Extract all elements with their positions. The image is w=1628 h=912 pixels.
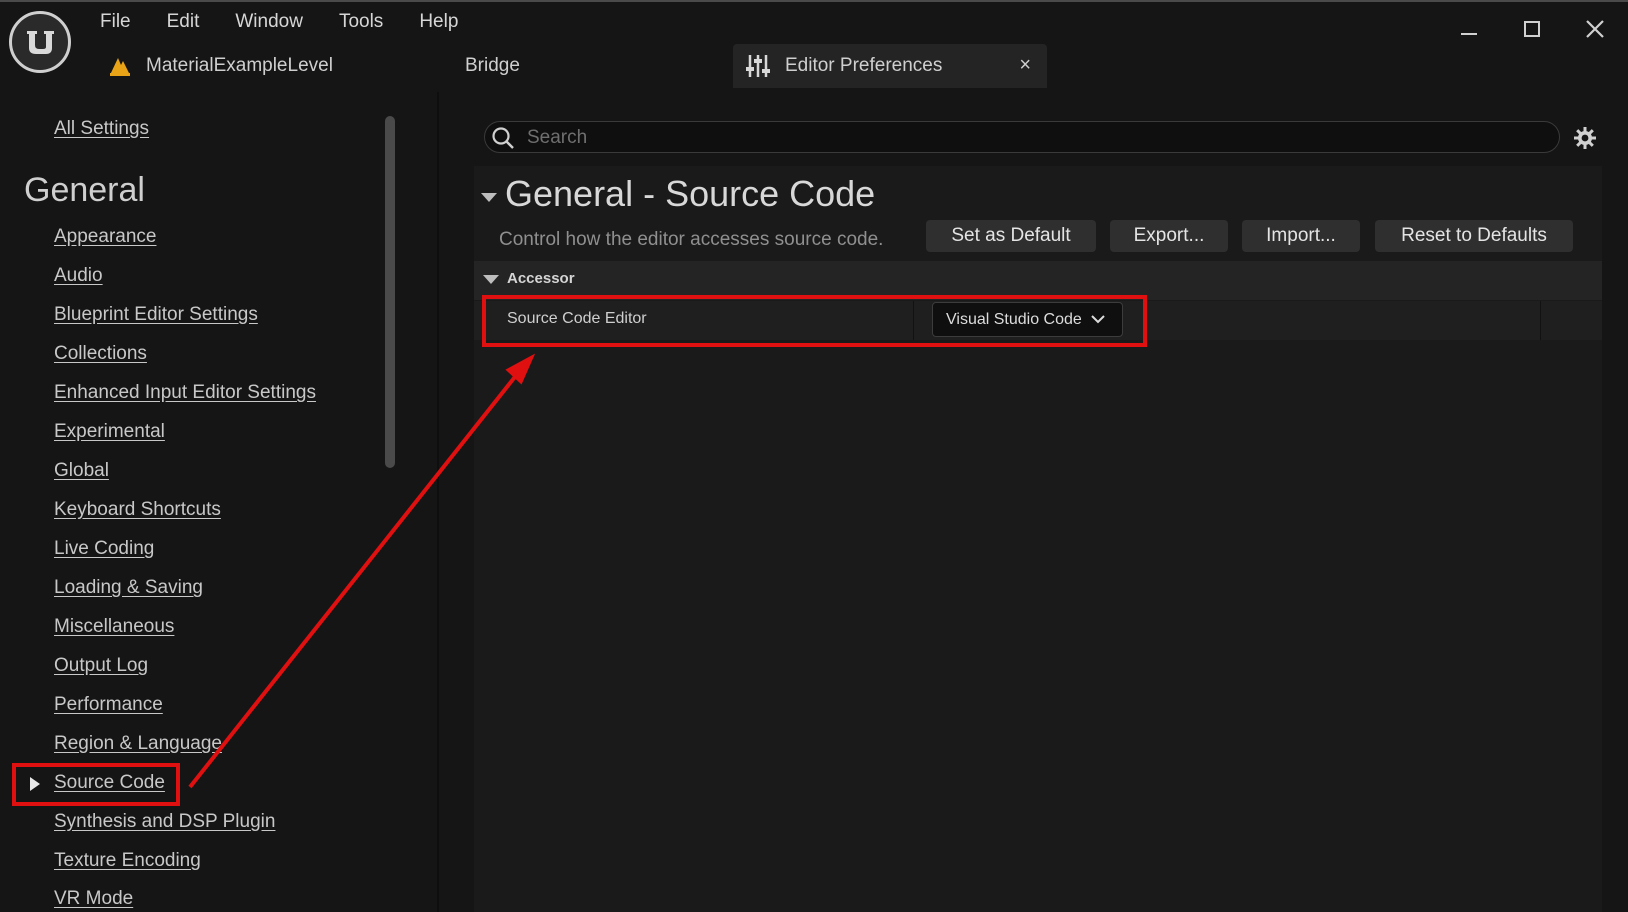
sidebar-item-global[interactable]: Global — [54, 460, 109, 482]
sidebar-item-keyboard-shortcuts[interactable]: Keyboard Shortcuts — [54, 499, 221, 521]
highlight-box-property — [482, 295, 1147, 347]
sidebar-item-experimental[interactable]: Experimental — [54, 421, 165, 443]
tab-editor-preferences-label: Editor Preferences — [785, 55, 943, 76]
section-collapse-icon[interactable] — [481, 193, 497, 202]
search-input[interactable] — [525, 122, 1529, 154]
sidebar-item-enhanced-input[interactable]: Enhanced Input Editor Settings — [54, 382, 316, 404]
menu-help[interactable]: Help — [401, 6, 476, 38]
sidebar-scrollbar[interactable] — [385, 116, 395, 468]
property-reset-divider — [1540, 301, 1541, 340]
category-label: Accessor — [507, 270, 575, 287]
menu-tools[interactable]: Tools — [321, 6, 401, 38]
unreal-logo-icon[interactable] — [9, 11, 71, 73]
gear-icon[interactable] — [1573, 126, 1597, 155]
tab-level-label: MaterialExampleLevel — [146, 55, 333, 76]
sidebar-all-settings[interactable]: All Settings — [54, 118, 149, 140]
highlight-box-sidebar — [12, 763, 180, 806]
export-button[interactable]: Export... — [1110, 220, 1228, 252]
sidebar-item-collections[interactable]: Collections — [54, 343, 147, 365]
sidebar-item-region-language[interactable]: Region & Language — [54, 733, 222, 755]
menu-bar: File Edit Window Tools Help — [82, 6, 476, 38]
sidebar-item-miscellaneous[interactable]: Miscellaneous — [54, 616, 174, 638]
sidebar-item-loading-saving[interactable]: Loading & Saving — [54, 577, 203, 599]
sidebar-item-performance[interactable]: Performance — [54, 694, 163, 716]
reset-to-defaults-button[interactable]: Reset to Defaults — [1375, 220, 1573, 252]
top-border — [0, 0, 1628, 2]
menu-edit[interactable]: Edit — [149, 6, 218, 38]
import-button[interactable]: Import... — [1242, 220, 1360, 252]
sidebar-item-output-log[interactable]: Output Log — [54, 655, 148, 677]
level-icon — [108, 55, 132, 77]
tab-bridge-label: Bridge — [465, 55, 520, 76]
sidebar-item-synthesis-dsp[interactable]: Synthesis and DSP Plugin — [54, 811, 275, 833]
category-collapse-icon[interactable] — [483, 275, 499, 284]
search-icon — [491, 126, 515, 155]
sidebar-heading-general: General — [24, 171, 145, 209]
sidebar-item-appearance[interactable]: Appearance — [54, 226, 156, 248]
tab-editor-preferences[interactable]: Editor Preferences × — [733, 44, 1047, 88]
minimize-icon[interactable] — [1449, 14, 1489, 44]
title-bar: File Edit Window Tools Help MaterialExam… — [0, 0, 1628, 92]
section-title: General - Source Code — [505, 173, 876, 214]
menu-window[interactable]: Window — [217, 6, 321, 38]
set-as-default-button[interactable]: Set as Default — [926, 220, 1096, 252]
search-box[interactable] — [484, 121, 1560, 154]
sidebar-item-live-coding[interactable]: Live Coding — [54, 538, 154, 560]
section-description: Control how the editor accesses source c… — [499, 229, 884, 250]
sidebar-item-texture-encoding[interactable]: Texture Encoding — [54, 850, 201, 872]
panel-divider[interactable] — [437, 92, 439, 912]
sidebar-item-audio[interactable]: Audio — [54, 265, 103, 287]
sidebar-item-blueprint-editor-settings[interactable]: Blueprint Editor Settings — [54, 304, 258, 326]
tab-bridge[interactable]: Bridge — [465, 44, 585, 88]
sidebar-item-vr-mode[interactable]: VR Mode — [54, 888, 133, 910]
tab-close-icon[interactable]: × — [1019, 54, 1031, 77]
tab-level[interactable]: MaterialExampleLevel — [100, 44, 430, 88]
maximize-icon[interactable] — [1512, 14, 1552, 44]
close-icon[interactable] — [1575, 14, 1615, 44]
menu-file[interactable]: File — [82, 6, 149, 38]
sliders-icon — [745, 53, 771, 79]
